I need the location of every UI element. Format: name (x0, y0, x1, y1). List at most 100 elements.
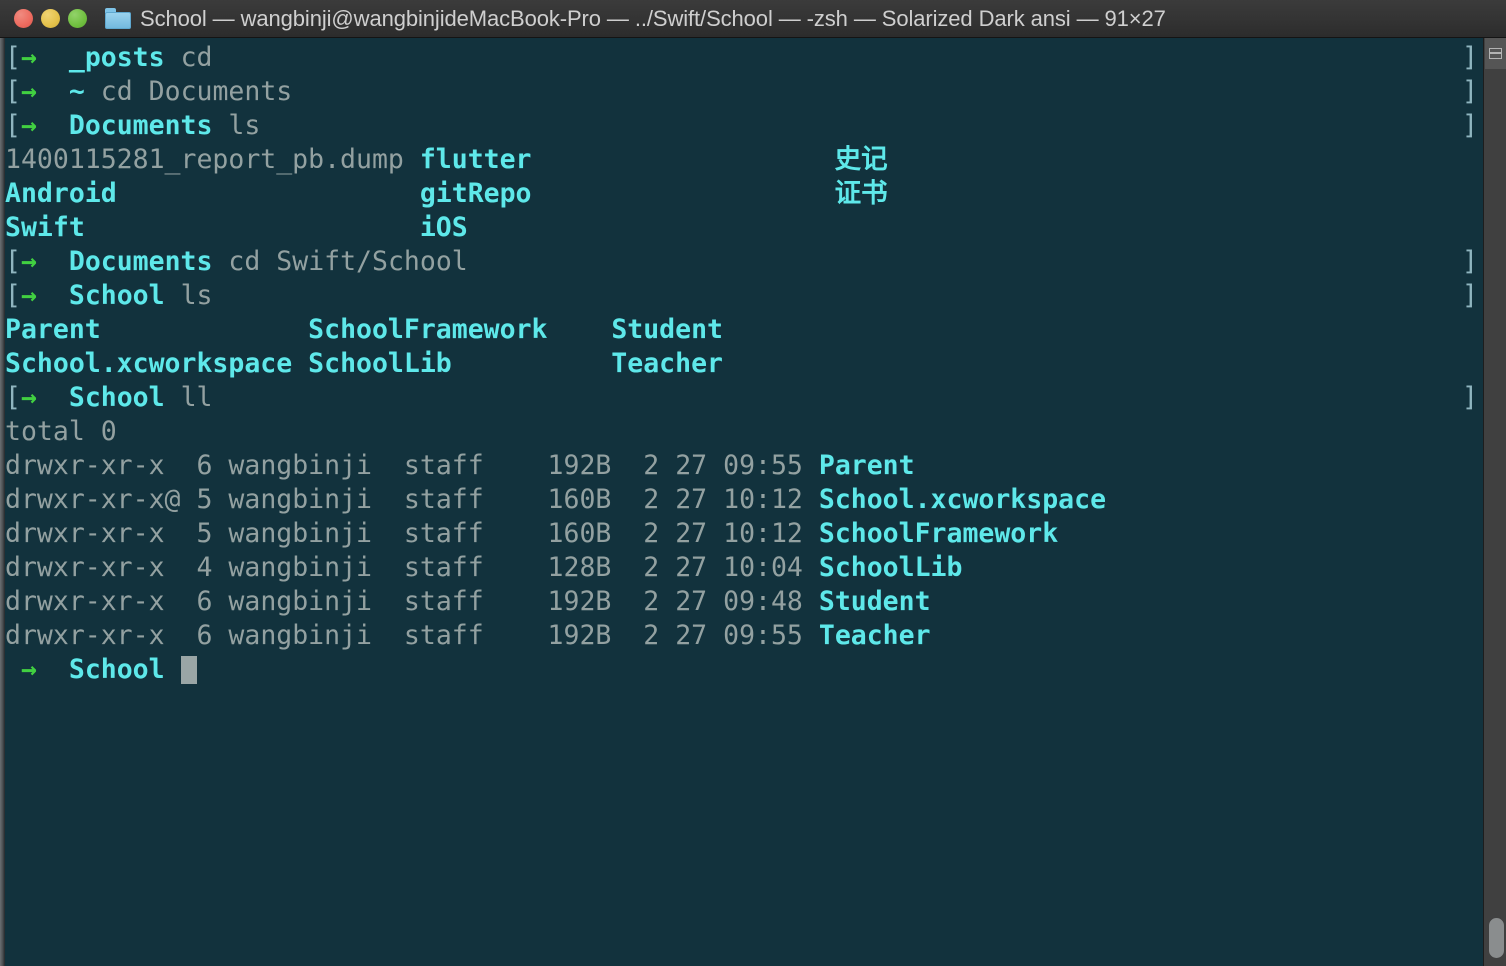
ls-output-line: Parent SchoolFramework Student (5, 313, 1106, 347)
prompt-command: cd Documents (100, 76, 293, 107)
prompt-directory: School (68, 382, 165, 413)
window-titlebar[interactable]: School — wangbinji@wangbinjideMacBook-Pr… (0, 0, 1506, 38)
file-name: Parent (818, 450, 915, 481)
prompt-directory: _posts (68, 42, 165, 73)
prompt-gap (37, 246, 69, 277)
file-permissions: drwxr-xr-x (5, 450, 165, 481)
file-time: 10:12 (723, 518, 803, 549)
prompt-close-bracket: ] (1462, 280, 1478, 311)
terminal-prompt-line: [→ School ls] (5, 279, 1478, 313)
file-month: 2 (643, 586, 660, 617)
folder-icon[interactable] (105, 8, 131, 29)
prompt-arrow-icon: → (20, 280, 37, 311)
zoom-button[interactable] (68, 9, 87, 28)
file-owner: wangbinji (228, 484, 372, 515)
file-group: staff (403, 518, 484, 549)
prompt-directory: School (68, 280, 165, 311)
ls-entry: Android (5, 178, 117, 209)
prompt-arrow-icon: → (20, 110, 37, 141)
file-link-count: 4 (196, 552, 213, 583)
file-link-count: 6 (196, 620, 213, 651)
terminal-scrollbar[interactable] (1483, 38, 1506, 966)
prompt-arrow-icon: → (20, 76, 37, 107)
file-name: Student (818, 586, 931, 617)
prompt-close-bracket: ] (1462, 246, 1478, 277)
ls-output-line: Swift iOS (5, 211, 1106, 245)
ll-output-row: drwxr-xr-x 6 wangbinji staff 192B 2 27 0… (5, 449, 1106, 483)
ls-entry: iOS (419, 212, 468, 243)
file-time: 09:55 (723, 620, 803, 651)
prompt-command: ls (180, 280, 213, 311)
file-month: 2 (643, 484, 660, 515)
file-day: 27 (675, 620, 708, 651)
file-size: 192B (547, 620, 612, 651)
prompt-open-bracket: [ (5, 246, 21, 277)
terminal-prompt-line: [→ Documents ls] (5, 109, 1478, 143)
list-lines-icon-glyph (1489, 48, 1502, 59)
prompt-directory: Documents (68, 110, 213, 141)
file-link-count: 6 (196, 450, 213, 481)
file-owner: wangbinji (228, 518, 372, 549)
file-time: 10:04 (723, 552, 803, 583)
ll-output-row: drwxr-xr-x 5 wangbinji staff 160B 2 27 1… (5, 517, 1106, 551)
ls-column-gap (404, 144, 420, 175)
ls-entry: School.xcworkspace (5, 348, 293, 379)
file-name: Teacher (818, 620, 931, 651)
list-lines-icon[interactable] (1485, 38, 1506, 69)
ls-entry: SchoolFramework (308, 314, 548, 345)
ls-column-gap (117, 178, 420, 209)
ls-column-gap (292, 348, 308, 379)
file-group: staff (403, 552, 484, 583)
close-button[interactable] (14, 9, 33, 28)
ls-entry: Swift (5, 212, 85, 243)
prompt-close-bracket: ] (1462, 382, 1478, 413)
prompt-close-bracket: ] (1462, 76, 1478, 107)
ll-output-row: drwxr-xr-x@ 5 wangbinji staff 160B 2 27 … (5, 483, 1106, 517)
ll-output-row: drwxr-xr-x 4 wangbinji staff 128B 2 27 1… (5, 551, 1106, 585)
traffic-light-group (14, 9, 87, 28)
prompt-arrow-icon: → (20, 654, 37, 685)
file-size: 160B (547, 518, 612, 549)
file-owner: wangbinji (228, 552, 372, 583)
prompt-open-bracket: [ (5, 42, 21, 73)
file-size: 128B (547, 552, 612, 583)
terminal-prompt-line: [→ _posts cd] (5, 41, 1478, 75)
terminal-cursor (180, 656, 197, 684)
file-link-count: 5 (196, 518, 213, 549)
file-day: 27 (675, 552, 708, 583)
minimize-button[interactable] (41, 9, 60, 28)
prompt-command: cd (180, 42, 213, 73)
ls-output-line: Android gitRepo 证书 (5, 177, 1106, 211)
folder-icon-body (105, 11, 131, 29)
file-owner: wangbinji (228, 620, 372, 651)
scrollbar-thumb[interactable] (1489, 918, 1504, 958)
prompt-arrow-icon: → (20, 382, 37, 413)
file-month: 2 (643, 450, 660, 481)
file-size: 192B (547, 450, 612, 481)
terminal-screen[interactable]: [→ _posts cd] [→ ~ cd Documents] [→ Docume… (5, 38, 1483, 966)
ls-column-gap (532, 144, 835, 175)
